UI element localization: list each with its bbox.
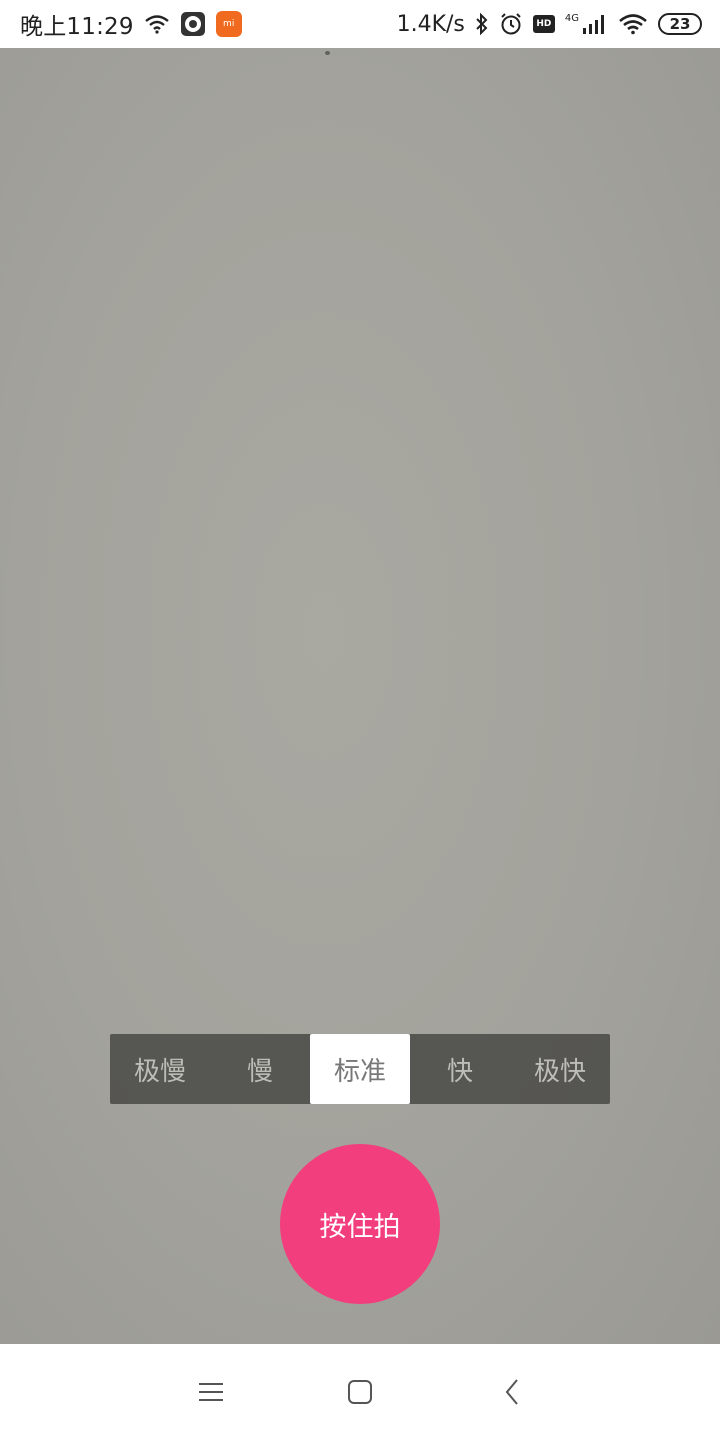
back-button[interactable] (492, 1372, 532, 1412)
speed-option-normal[interactable]: 标准 (310, 1034, 410, 1104)
vinyl-icon (180, 11, 206, 37)
bluetooth-icon (475, 13, 489, 35)
status-right: 1.4K/s HD 4G 23 (397, 12, 702, 37)
speed-option-slow[interactable]: 慢 (210, 1034, 310, 1104)
signal-4g-icon: 4G (565, 14, 608, 34)
speed-option-very-fast[interactable]: 极快 (510, 1034, 610, 1104)
speed-option-very-slow[interactable]: 极慢 (110, 1034, 210, 1104)
home-icon (348, 1380, 372, 1404)
alarm-icon (499, 12, 523, 36)
speed-selector: 极慢 慢 标准 快 极快 (110, 1034, 610, 1104)
record-button-label: 按住拍 (319, 1211, 401, 1243)
menu-button[interactable] (191, 1372, 231, 1412)
record-button[interactable]: 按住拍 (280, 1144, 440, 1304)
camera-screen: 晚上11:29 mi 1.4K/s HD 4G 23 极慢 慢 标准 快 极快 … (0, 0, 720, 1440)
viewfinder-speck (325, 51, 330, 55)
status-bar: 晚上11:29 mi 1.4K/s HD 4G 23 (0, 0, 720, 48)
network-type-label: 4G (564, 13, 579, 24)
wifi-icon (144, 14, 170, 34)
status-time: 晚上11:29 (20, 14, 134, 40)
hd-icon: HD (532, 15, 555, 33)
wifi-icon (618, 13, 648, 35)
net-speed: 1.4K/s (396, 11, 465, 37)
navigation-bar (0, 1344, 720, 1440)
mi-app-icon: mi (215, 11, 242, 37)
back-icon (505, 1379, 518, 1405)
battery-icon: 23 (658, 13, 702, 35)
speed-option-fast[interactable]: 快 (410, 1034, 510, 1104)
camera-viewfinder[interactable]: 极慢 慢 标准 快 极快 按住拍 (0, 48, 720, 1344)
status-left: 晚上11:29 mi (20, 7, 242, 41)
home-button[interactable] (340, 1372, 380, 1412)
menu-icon (199, 1383, 223, 1401)
